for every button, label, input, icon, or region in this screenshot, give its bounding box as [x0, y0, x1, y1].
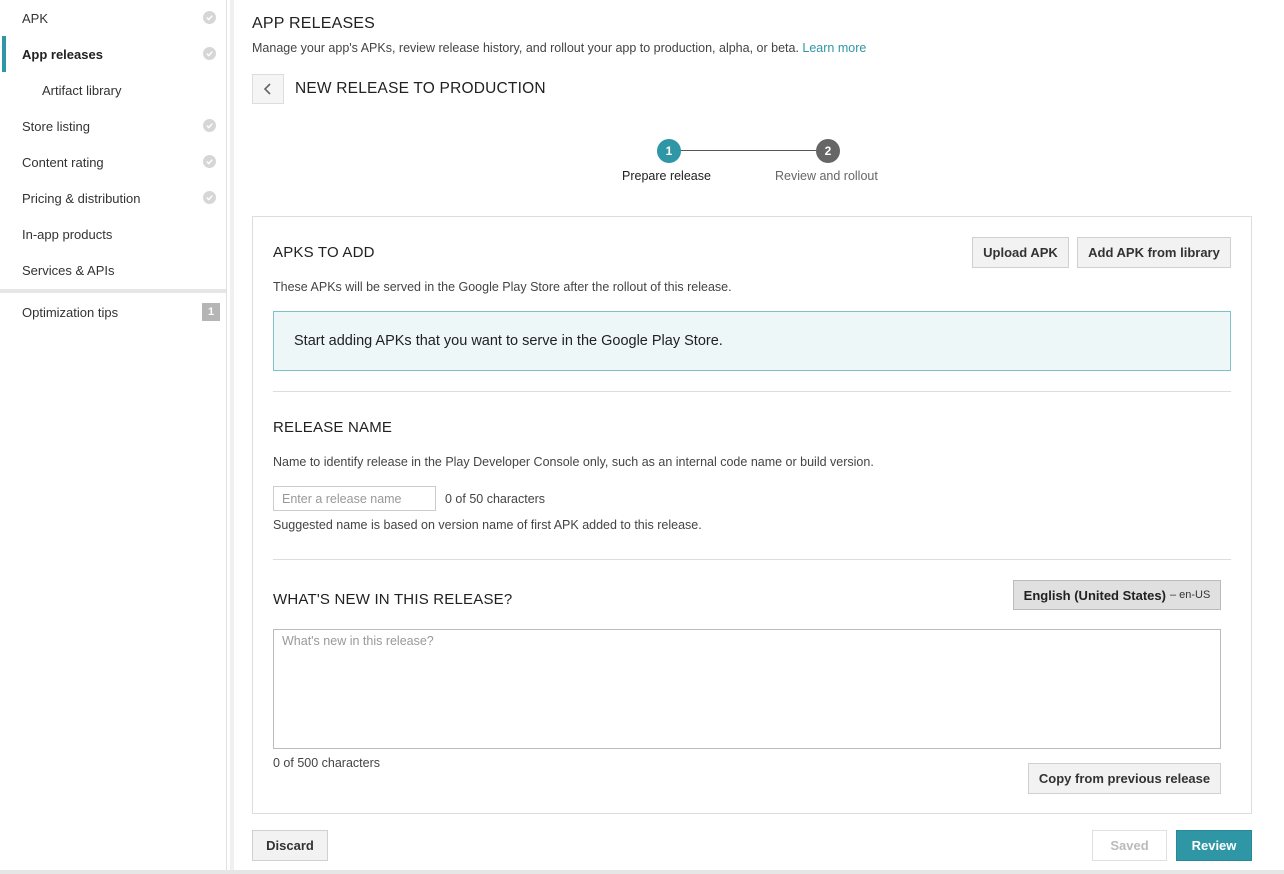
stepper-connector	[680, 150, 816, 151]
upload-apk-button[interactable]: Upload APK	[972, 237, 1069, 268]
sidebar-item-apk[interactable]: APK	[0, 0, 226, 36]
release-name-counter: 0 of 50 characters	[445, 492, 546, 506]
sidebar-item-label: Pricing & distribution	[22, 190, 141, 206]
step-1-label: Prepare release	[622, 169, 711, 183]
learn-more-link[interactable]: Learn more	[802, 41, 866, 55]
language-code: – en-US	[1169, 589, 1211, 601]
apks-description: These APKs will be served in the Google …	[273, 280, 732, 294]
language-label: English (United States)	[1023, 587, 1166, 603]
sidebar-item-label: In-app products	[22, 226, 113, 242]
sidebar-item-label: Content rating	[22, 154, 104, 170]
check-circle-icon	[203, 155, 216, 168]
copy-from-previous-release-button[interactable]: Copy from previous release	[1028, 763, 1221, 794]
sidebar-rail	[230, 0, 234, 870]
release-name-hint: Suggested name is based on version name …	[273, 518, 702, 532]
sidebar-item-services-apis[interactable]: Services & APIs	[0, 252, 226, 288]
whats-new-section-title: WHAT'S NEW IN THIS RELEASE?	[273, 591, 513, 608]
sidebar: APK App releases Artifact library Store …	[0, 0, 227, 870]
sidebar-item-label: APK	[22, 10, 49, 26]
sidebar-item-label: Artifact library	[42, 82, 122, 98]
description-text: Manage your app's APKs, review release h…	[252, 41, 799, 55]
apks-section-title: APKS TO ADD	[273, 244, 375, 261]
sidebar-item-label: Services & APIs	[22, 262, 115, 278]
section-divider	[273, 391, 1231, 392]
back-button[interactable]	[252, 74, 284, 104]
sidebar-item-optimization-tips[interactable]: Optimization tips 1	[0, 293, 226, 331]
sidebar-item-artifact-library[interactable]: Artifact library	[0, 72, 226, 108]
page-title: NEW RELEASE TO PRODUCTION	[295, 80, 546, 97]
language-selector[interactable]: English (United States) – en-US	[1013, 580, 1221, 610]
page-description: Manage your app's APKs, review release h…	[252, 41, 866, 55]
sidebar-item-label: Store listing	[22, 118, 90, 134]
check-circle-icon	[203, 11, 216, 24]
release-name-description: Name to identify release in the Play Dev…	[273, 455, 874, 469]
check-circle-icon	[203, 47, 216, 60]
sidebar-item-app-releases[interactable]: App releases	[0, 36, 226, 72]
saved-button: Saved	[1092, 830, 1167, 861]
chevron-left-icon	[263, 83, 271, 95]
review-button[interactable]: Review	[1176, 830, 1252, 861]
step-1-indicator: 1	[657, 139, 681, 163]
apks-empty-message: Start adding APKs that you want to serve…	[273, 311, 1231, 371]
release-form-card: APKS TO ADD Upload APK Add APK from libr…	[252, 216, 1252, 814]
release-name-section-title: RELEASE NAME	[273, 419, 393, 436]
empty-message-text: Start adding APKs that you want to serve…	[294, 333, 723, 349]
add-apk-from-library-button[interactable]: Add APK from library	[1077, 237, 1231, 268]
sidebar-item-label: App releases	[22, 46, 103, 62]
whats-new-textarea[interactable]	[273, 629, 1221, 749]
sidebar-item-content-rating[interactable]: Content rating	[0, 144, 226, 180]
release-name-input[interactable]	[273, 486, 436, 511]
check-circle-icon	[203, 191, 216, 204]
section-divider	[273, 559, 1231, 560]
page-section-title: APP RELEASES	[252, 15, 376, 32]
sidebar-item-in-app-products[interactable]: In-app products	[0, 216, 226, 252]
check-circle-icon	[203, 119, 216, 132]
whats-new-counter: 0 of 500 characters	[273, 756, 381, 770]
sidebar-item-pricing-distribution[interactable]: Pricing & distribution	[0, 180, 226, 216]
sidebar-item-label: Optimization tips	[22, 304, 119, 320]
discard-button[interactable]: Discard	[252, 830, 328, 861]
bottom-scroll-bar	[0, 870, 1284, 874]
sidebar-item-store-listing[interactable]: Store listing	[0, 108, 226, 144]
step-2-label: Review and rollout	[775, 169, 878, 183]
count-badge: 1	[202, 303, 220, 321]
step-2-indicator: 2	[816, 139, 840, 163]
